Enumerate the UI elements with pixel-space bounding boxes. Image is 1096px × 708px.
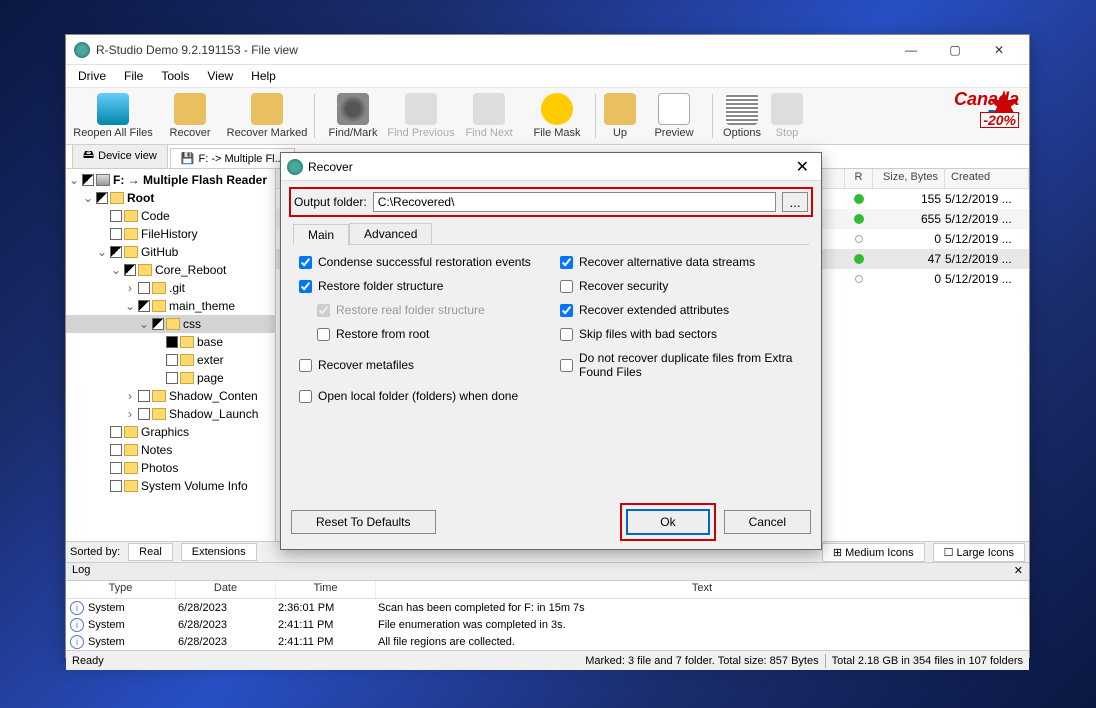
- up-button[interactable]: Up: [600, 93, 640, 139]
- check-ext-attr[interactable]: Recover extended attributes: [560, 303, 803, 317]
- log-row: iSystem6/28/20232:36:01 PMScan has been …: [66, 599, 1029, 616]
- log-close-icon[interactable]: ✕: [1014, 564, 1023, 579]
- dialog-title: Recover: [308, 160, 353, 174]
- recover-button[interactable]: Recover: [156, 93, 224, 139]
- dialog-tabs: Main Advanced: [293, 223, 809, 245]
- recover-dialog: Recover ✕ Output folder: ... Main Advanc…: [280, 152, 822, 550]
- dialog-footer: Reset To Defaults Ok Cancel: [291, 503, 811, 541]
- recover-marked-button[interactable]: Recover Marked: [224, 93, 310, 139]
- browse-button[interactable]: ...: [782, 192, 808, 212]
- reopen-all-files-button[interactable]: Reopen All Files: [70, 93, 156, 139]
- toolbar: Reopen All Files Recover Recover Marked …: [66, 87, 1029, 145]
- window-title: R-Studio Demo 9.2.191153 - File view: [96, 43, 889, 57]
- check-security[interactable]: Recover security: [560, 279, 803, 293]
- discount-badge: -20%: [980, 112, 1019, 128]
- check-skip-bad[interactable]: Skip files with bad sectors: [560, 327, 803, 341]
- stop-button[interactable]: Stop: [767, 93, 807, 139]
- close-button[interactable]: ✕: [977, 36, 1021, 64]
- menu-tools[interactable]: Tools: [153, 67, 197, 85]
- log-title: Log: [72, 564, 90, 579]
- find-next-button[interactable]: Find Next: [455, 93, 523, 139]
- app-icon: [74, 42, 90, 58]
- dialog-body: Condense successful restoration events R…: [281, 245, 821, 413]
- status-bar: Ready Marked: 3 file and 7 folder. Total…: [66, 650, 1029, 670]
- check-from-root[interactable]: Restore from root: [299, 327, 542, 341]
- ok-button[interactable]: Ok: [626, 509, 709, 535]
- tab-multiple-flash[interactable]: 💾F: -> Multiple Fl...: [170, 148, 295, 168]
- sort-label: Sorted by:: [70, 546, 120, 558]
- tab-device-view[interactable]: 🖴Device view: [72, 142, 168, 168]
- status-marked: Marked: 3 file and 7 folder. Total size:…: [585, 655, 818, 667]
- maximize-button[interactable]: ▢: [933, 36, 977, 64]
- dialog-close-button[interactable]: ✕: [790, 157, 815, 177]
- output-folder-label: Output folder:: [294, 195, 367, 209]
- file-mask-button[interactable]: File Mask: [523, 93, 591, 139]
- log-panel: Log✕ Type Date Time Text iSystem6/28/202…: [66, 563, 1029, 650]
- log-row: iSystem6/28/20232:41:11 PMFile enumerati…: [66, 616, 1029, 633]
- titlebar: R-Studio Demo 9.2.191153 - File view — ▢…: [66, 35, 1029, 65]
- output-folder-input[interactable]: [373, 192, 776, 212]
- check-condense[interactable]: Condense successful restoration events: [299, 255, 542, 269]
- find-mark-button[interactable]: Find/Mark: [319, 93, 387, 139]
- large-icons-button[interactable]: ☐ Large Icons: [933, 543, 1025, 562]
- sort-real-button[interactable]: Real: [128, 543, 173, 561]
- menu-drive[interactable]: Drive: [70, 67, 114, 85]
- check-metafiles[interactable]: Recover metafiles: [299, 351, 542, 379]
- minimize-button[interactable]: —: [889, 36, 933, 64]
- check-no-dup[interactable]: Do not recover duplicate files from Extr…: [560, 351, 803, 379]
- medium-icons-button[interactable]: ⊞ Medium Icons: [822, 543, 925, 562]
- tab-main[interactable]: Main: [293, 224, 349, 245]
- menu-help[interactable]: Help: [243, 67, 284, 85]
- promo-banner: Canada Day -20%: [954, 90, 1019, 126]
- sort-extensions-button[interactable]: Extensions: [181, 543, 257, 561]
- dialog-titlebar: Recover ✕: [281, 153, 821, 181]
- log-row: iSystem6/28/20232:41:11 PMAll file regio…: [66, 633, 1029, 650]
- check-alt-streams[interactable]: Recover alternative data streams: [560, 255, 803, 269]
- check-open-local[interactable]: Open local folder (folders) when done: [299, 389, 803, 403]
- folder-tree[interactable]: ⌄F: → Multiple Flash Reader ⌄Root Code F…: [66, 169, 276, 541]
- menu-view[interactable]: View: [199, 67, 241, 85]
- reset-defaults-button[interactable]: Reset To Defaults: [291, 510, 436, 534]
- menubar: Drive File Tools View Help: [66, 65, 1029, 87]
- tab-advanced[interactable]: Advanced: [349, 223, 432, 244]
- ok-highlight: Ok: [620, 503, 715, 541]
- find-previous-button[interactable]: Find Previous: [387, 93, 455, 139]
- drive-icon: 💾: [181, 152, 195, 165]
- options-button[interactable]: Options: [717, 93, 767, 139]
- dialog-app-icon: [287, 159, 303, 175]
- menu-file[interactable]: File: [116, 67, 151, 85]
- output-folder-row: Output folder: ...: [289, 187, 813, 217]
- status-total: Total 2.18 GB in 354 files in 107 folder…: [832, 655, 1023, 667]
- preview-button[interactable]: Preview: [640, 93, 708, 139]
- device-icon: 🖴: [83, 146, 94, 165]
- check-restore-struct[interactable]: Restore folder structure: [299, 279, 542, 293]
- cancel-button[interactable]: Cancel: [724, 510, 811, 534]
- status-ready: Ready: [72, 655, 104, 667]
- check-real-struct: Restore real folder structure: [299, 303, 542, 317]
